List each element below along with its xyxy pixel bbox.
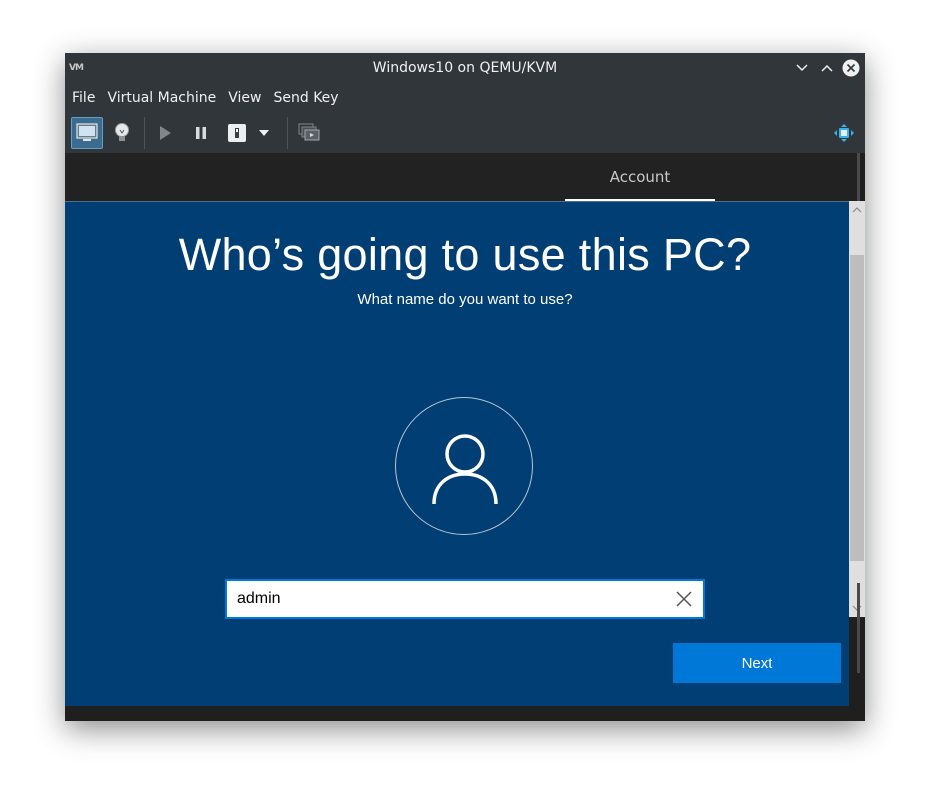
clear-input-button[interactable] [675,590,693,608]
console-view-icon [76,123,98,141]
bottom-bar [65,706,865,721]
oobe-header: Account [65,153,857,201]
tab-account[interactable]: Account [565,153,715,201]
shutdown-icon [228,124,246,142]
fullscreen-resize-icon [834,124,854,142]
virt-manager-window: VM Windows10 on QEMU/KVM File Virtual Ma… [65,53,865,721]
window-title: Windows10 on QEMU/KVM [372,60,558,76]
menu-bar: File Virtual Machine View Send Key [65,83,865,113]
page-title: Who’s going to use this PC? [178,229,752,280]
name-field-container [225,579,705,619]
menu-send-key[interactable]: Send Key [267,83,344,113]
console-view-button[interactable] [71,117,103,149]
run-icon [160,126,171,140]
shutdown-button[interactable] [221,117,253,149]
scroll-up-arrow-icon[interactable] [852,205,862,215]
details-button[interactable] [106,117,138,149]
title-bar[interactable]: VM Windows10 on QEMU/KVM [65,53,865,83]
next-button[interactable]: Next [673,643,841,683]
snapshots-button[interactable] [293,117,325,149]
snapshots-icon [298,123,320,141]
chevron-down-icon [259,130,269,136]
avatar [395,397,533,535]
toolbar [65,113,865,153]
window-divider-lower [857,583,860,673]
minimize-chevron-down-icon[interactable] [794,60,810,76]
close-icon[interactable] [842,59,860,77]
page-subtitle: What name do you want to use? [357,291,573,308]
pause-icon [196,127,206,139]
shutdown-menu-button[interactable] [253,117,275,149]
details-lightbulb-icon [115,123,129,141]
close-icon [676,591,692,607]
fullscreen-button[interactable] [828,117,860,149]
name-input[interactable] [227,581,687,617]
maximize-chevron-up-icon[interactable] [819,60,835,76]
user-icon [432,434,498,504]
scrollbar-thumb[interactable] [850,255,864,561]
pause-button[interactable] [185,117,217,149]
oobe-content: Who’s going to use this PC? What name do… [65,201,849,707]
window-divider [857,153,860,201]
vertical-scrollbar[interactable] [849,201,865,617]
run-button[interactable] [149,117,181,149]
vm-display[interactable]: Account Who’s going to use this PC? What… [65,153,865,721]
menu-file[interactable]: File [65,83,101,113]
menu-view[interactable]: View [222,83,267,113]
menu-virtual-machine[interactable]: Virtual Machine [101,83,222,113]
